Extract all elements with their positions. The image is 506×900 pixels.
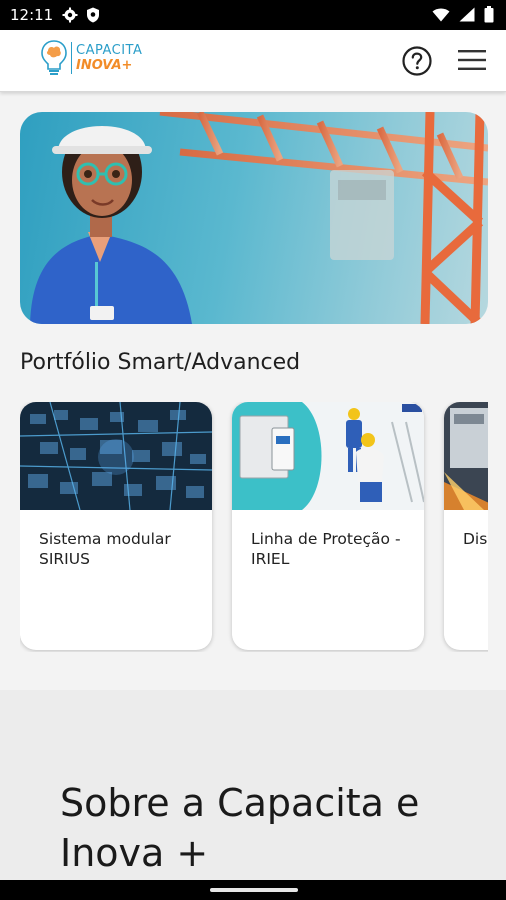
logo-text-capacita: CAPACITA [76,43,143,58]
section-title-portfolio: Portfólio Smart/Advanced [20,350,301,375]
about-title: Sobre a Capacita e Inova + [60,781,420,875]
card-title: Linha de Proteção - IRIEL [251,530,401,568]
portfolio-carousel[interactable]: Sistema modular SIRIUS Linha de Proteção… [20,402,488,652]
card-title: Dis Cai [463,530,488,548]
panel-image [444,402,488,510]
portfolio-card-sirius[interactable]: Sistema modular SIRIUS [20,402,212,650]
capacita-inova-logo[interactable]: CAPACITA INOVA+ [40,38,160,84]
logo-text-inova: INOVA+ [76,58,133,73]
battery-icon [484,6,494,23]
card-title: Sistema modular SIRIUS [39,530,171,568]
shield-icon [87,7,99,23]
hamburger-menu-icon[interactable] [458,48,486,72]
wifi-icon [432,8,450,21]
about-section: Sobre a Capacita e Inova + [0,690,506,882]
signal-icon [459,7,475,22]
help-circle-icon[interactable] [401,45,433,77]
app-bar: CAPACITA INOVA+ [0,30,506,92]
status-time: 12:11 [10,6,54,24]
portfolio-card-partial[interactable]: Dis Cai [444,402,488,650]
iriel-protection-image [232,402,424,510]
lightbulb-brain-icon [41,40,67,75]
hero-banner-image [30,112,488,324]
home-gesture-handle[interactable] [210,888,298,892]
hero-banner[interactable] [20,112,488,324]
logo-divider [71,42,72,74]
status-bar: 12:11 [0,0,506,30]
gear-icon [62,7,78,23]
system-navigation-bar [0,880,506,900]
portfolio-card-iriel[interactable]: Linha de Proteção - IRIEL [232,402,424,650]
sirius-modules-image [20,402,212,510]
